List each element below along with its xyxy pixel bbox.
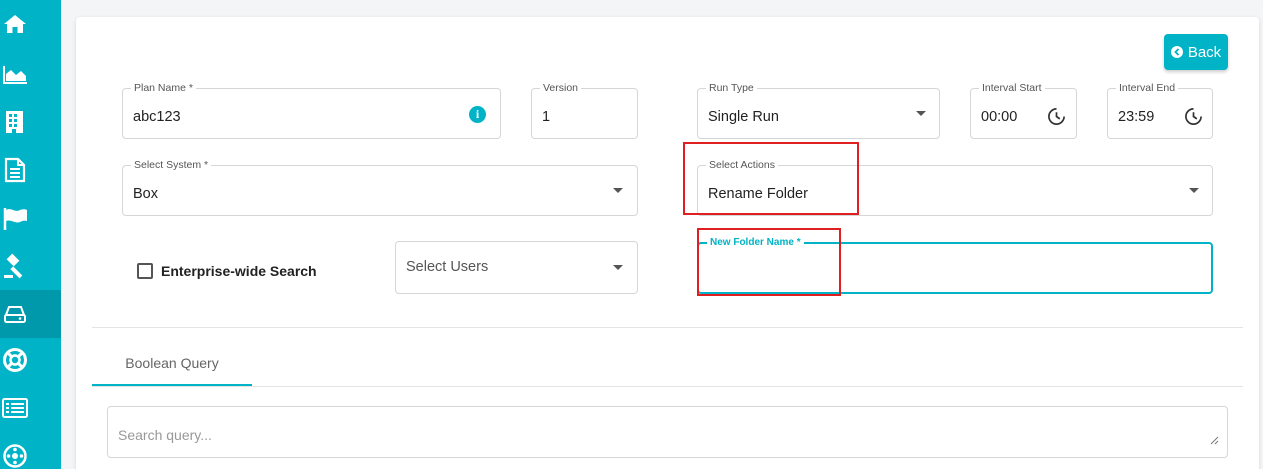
sidebar-item-support[interactable] (0, 336, 61, 384)
run-type-value: Single Run (708, 109, 779, 125)
select-actions-label: Select Actions (706, 159, 778, 171)
settings-icon (3, 444, 27, 468)
sidebar-item-home[interactable] (0, 0, 61, 48)
select-actions-value: Rename Folder (708, 186, 808, 202)
document-icon (4, 157, 26, 183)
back-button-label: Back (1187, 43, 1222, 61)
info-icon[interactable]: i (469, 106, 486, 123)
select-system-label: Select System * (131, 159, 212, 171)
select-system-select[interactable]: Select System * Box (122, 159, 638, 216)
interval-end-value: 23:59 (1118, 109, 1155, 125)
plan-name-field[interactable]: Plan Name * abc123 i (122, 82, 501, 139)
version-field[interactable]: Version 1 (531, 82, 638, 139)
select-users-select[interactable]: Select Users (395, 241, 638, 294)
building-icon (6, 111, 23, 133)
sidebar-item-legal[interactable] (0, 242, 61, 290)
home-icon (4, 15, 26, 33)
gavel-icon (4, 253, 23, 279)
chevron-down-icon (916, 111, 926, 116)
plan-name-value: abc123 (133, 109, 181, 125)
interval-end-label: Interval End (1116, 82, 1179, 94)
sidebar-item-settings[interactable] (0, 432, 61, 469)
sidebar-item-flags[interactable] (0, 194, 61, 242)
section-divider (92, 327, 1243, 328)
search-query-input[interactable] (107, 406, 1228, 458)
app-root: Back Plan Name * abc123 i Version 1 Run … (0, 0, 1263, 469)
interval-start-label: Interval Start (979, 82, 1045, 94)
enterprise-search-label[interactable]: Enterprise-wide Search (161, 263, 317, 279)
version-label: Version (540, 82, 582, 94)
resize-grip-icon[interactable] (1209, 435, 1219, 445)
interval-end-field[interactable]: Interval End 23:59 (1107, 82, 1213, 139)
enterprise-search-checkbox[interactable] (137, 263, 153, 279)
area-chart-icon (3, 66, 27, 84)
plan-name-label: Plan Name * (131, 82, 196, 94)
clock-icon[interactable] (1047, 107, 1066, 126)
sidebar (0, 0, 61, 469)
sidebar-item-list[interactable] (0, 384, 61, 432)
sidebar-item-organizations[interactable] (0, 98, 61, 146)
run-type-select[interactable]: Run Type Single Run (697, 82, 940, 139)
sidebar-item-storage[interactable] (0, 290, 61, 338)
new-folder-name-label: New Folder Name * (707, 237, 804, 249)
select-actions-select[interactable]: Select Actions Rename Folder (697, 159, 1213, 216)
sidebar-item-analytics[interactable] (0, 50, 61, 98)
flag-icon (3, 208, 27, 230)
back-button[interactable]: Back (1164, 34, 1228, 70)
life-ring-icon (3, 348, 27, 372)
select-users-placeholder: Select Users (406, 259, 489, 275)
chevron-left-icon (1170, 46, 1183, 58)
select-system-value: Box (133, 186, 158, 202)
version-value: 1 (542, 109, 551, 125)
tab-divider (92, 386, 1243, 387)
tab-boolean-query[interactable]: Boolean Query (92, 348, 252, 386)
interval-start-value: 00:00 (981, 109, 1018, 125)
interval-start-field[interactable]: Interval Start 00:00 (970, 82, 1077, 139)
chevron-down-icon (1189, 188, 1199, 193)
chevron-down-icon (613, 265, 623, 270)
clock-icon[interactable] (1184, 107, 1203, 126)
new-folder-name-field[interactable]: New Folder Name * (697, 237, 1213, 294)
chevron-down-icon (613, 188, 623, 193)
hard-drive-icon (4, 306, 26, 323)
sidebar-item-documents[interactable] (0, 146, 61, 194)
run-type-label: Run Type (706, 82, 757, 94)
list-icon (2, 398, 28, 418)
